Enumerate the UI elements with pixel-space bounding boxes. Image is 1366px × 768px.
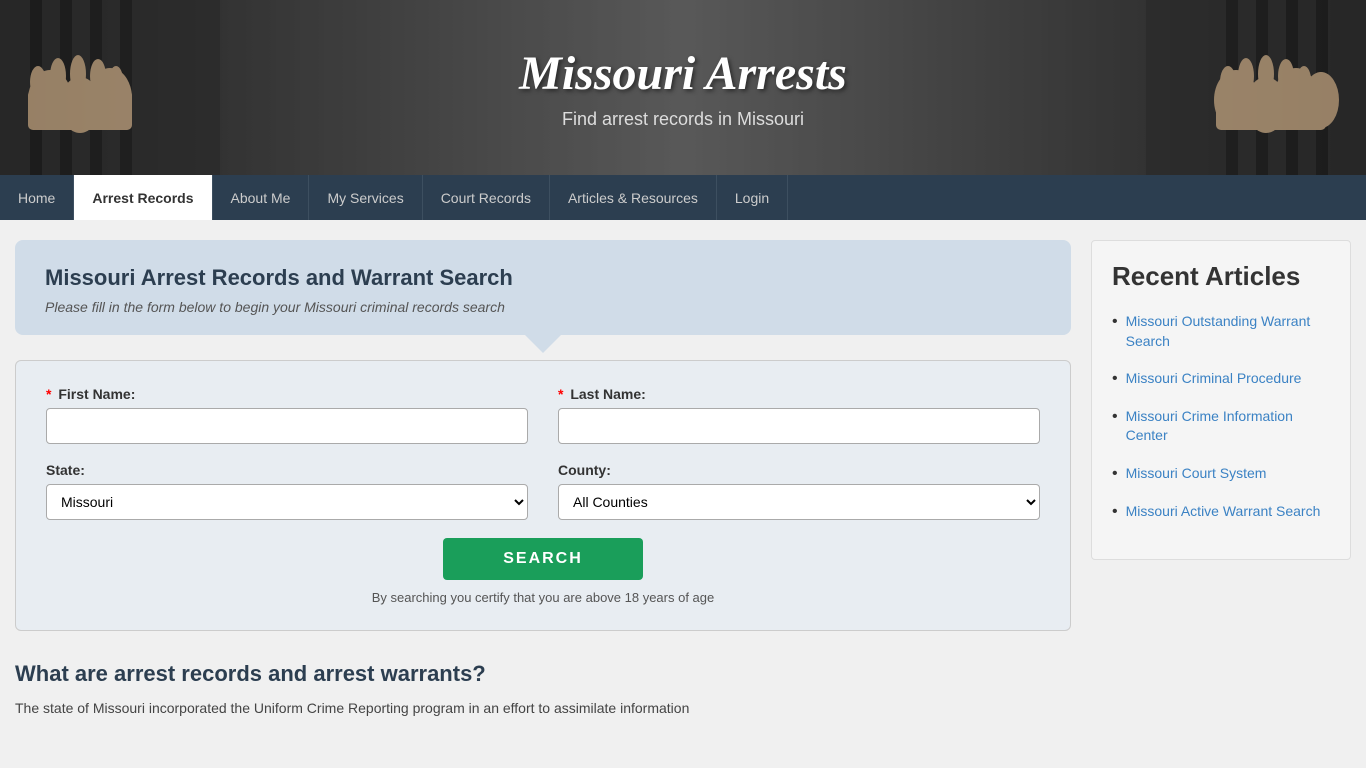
county-select[interactable]: All Counties <box>558 484 1040 520</box>
sidebar-link-court-system[interactable]: Missouri Court System <box>1126 464 1267 484</box>
list-item: • Missouri Outstanding Warrant Search <box>1112 312 1330 351</box>
nav-my-services[interactable]: My Services <box>309 175 422 220</box>
last-name-input[interactable] <box>558 408 1040 444</box>
list-item: • Missouri Active Warrant Search <box>1112 502 1330 522</box>
hands-left-decoration <box>0 0 220 175</box>
sidebar-card: Recent Articles • Missouri Outstanding W… <box>1091 240 1351 560</box>
bottom-content: What are arrest records and arrest warra… <box>15 661 1071 719</box>
sidebar-link-criminal-procedure[interactable]: Missouri Criminal Procedure <box>1126 369 1302 389</box>
search-box-title: Missouri Arrest Records and Warrant Sear… <box>45 265 1041 291</box>
main-nav: Home Arrest Records About Me My Services… <box>0 175 1366 220</box>
name-row: * First Name: * Last Name: <box>46 386 1040 444</box>
site-subtitle: Find arrest records in Missouri <box>519 109 847 130</box>
bottom-text: The state of Missouri incorporated the U… <box>15 697 1071 719</box>
site-header: Missouri Arrests Find arrest records in … <box>0 0 1366 175</box>
search-box-subtitle: Please fill in the form below to begin y… <box>45 299 1041 315</box>
bullet-icon: • <box>1112 313 1118 331</box>
required-star-last: * <box>558 386 563 402</box>
nav-court-records[interactable]: Court Records <box>423 175 550 220</box>
list-item: • Missouri Criminal Procedure <box>1112 369 1330 389</box>
bullet-icon: • <box>1112 503 1118 521</box>
bottom-heading: What are arrest records and arrest warra… <box>15 661 1071 687</box>
list-item: • Missouri Crime Information Center <box>1112 407 1330 446</box>
nav-arrest-records[interactable]: Arrest Records <box>74 175 212 220</box>
first-name-group: * First Name: <box>46 386 528 444</box>
header-text-block: Missouri Arrests Find arrest records in … <box>519 46 847 130</box>
sidebar-title: Recent Articles <box>1112 261 1330 292</box>
sidebar-link-outstanding-warrant[interactable]: Missouri Outstanding Warrant Search <box>1126 312 1330 351</box>
bullet-icon: • <box>1112 465 1118 483</box>
state-select[interactable]: Missouri <box>46 484 528 520</box>
county-group: County: All Counties <box>558 462 1040 520</box>
bullet-icon: • <box>1112 408 1118 426</box>
hands-right-decoration <box>1146 0 1366 175</box>
last-name-group: * Last Name: <box>558 386 1040 444</box>
sidebar-link-crime-information[interactable]: Missouri Crime Information Center <box>1126 407 1330 446</box>
sidebar: Recent Articles • Missouri Outstanding W… <box>1091 240 1351 719</box>
search-box-header: Missouri Arrest Records and Warrant Sear… <box>15 240 1071 335</box>
sidebar-link-active-warrant[interactable]: Missouri Active Warrant Search <box>1126 502 1321 522</box>
sidebar-links-list: • Missouri Outstanding Warrant Search • … <box>1112 312 1330 521</box>
state-label: State: <box>46 462 528 478</box>
search-button-row: SEARCH By searching you certify that you… <box>46 538 1040 605</box>
nav-login[interactable]: Login <box>717 175 788 220</box>
search-form: * First Name: * Last Name: State: <box>15 360 1071 631</box>
search-disclaimer: By searching you certify that you are ab… <box>372 590 715 605</box>
location-row: State: Missouri County: All Counties <box>46 462 1040 520</box>
last-name-label: * Last Name: <box>558 386 1040 402</box>
site-title: Missouri Arrests <box>519 46 847 101</box>
nav-articles-resources[interactable]: Articles & Resources <box>550 175 717 220</box>
first-name-input[interactable] <box>46 408 528 444</box>
list-item: • Missouri Court System <box>1112 464 1330 484</box>
search-button[interactable]: SEARCH <box>443 538 643 580</box>
content-area: Missouri Arrest Records and Warrant Sear… <box>15 240 1071 719</box>
nav-about-me[interactable]: About Me <box>213 175 310 220</box>
state-group: State: Missouri <box>46 462 528 520</box>
main-layout: Missouri Arrest Records and Warrant Sear… <box>0 220 1366 739</box>
required-star-first: * <box>46 386 51 402</box>
first-name-label: * First Name: <box>46 386 528 402</box>
bullet-icon: • <box>1112 370 1118 388</box>
county-label: County: <box>558 462 1040 478</box>
nav-home[interactable]: Home <box>0 175 74 220</box>
